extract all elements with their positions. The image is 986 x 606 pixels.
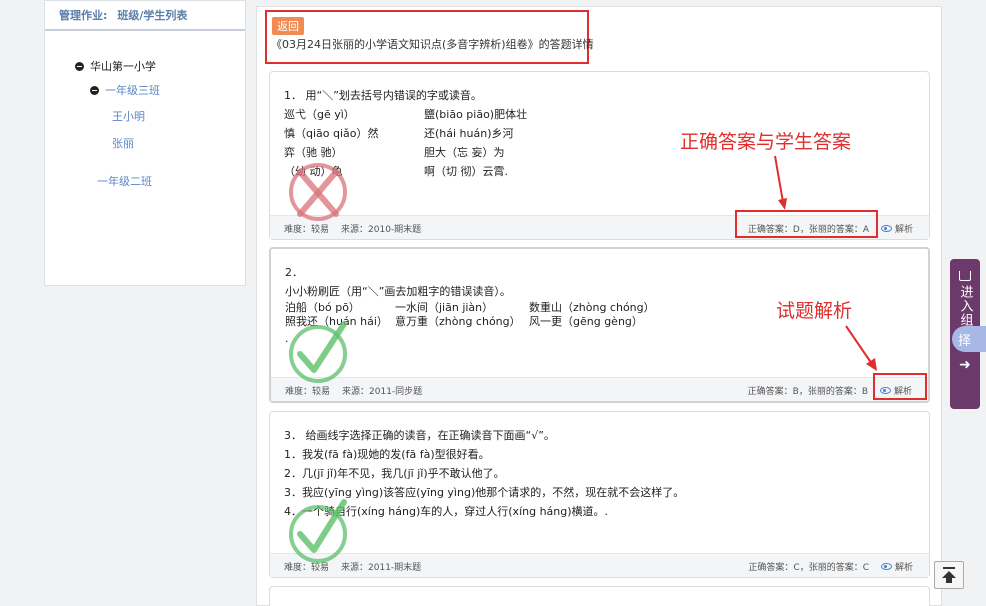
option-text: 风一更（gēng gèng）: [529, 315, 643, 328]
tree-label-class-a: 一年级三班: [105, 84, 160, 97]
analysis-button[interactable]: 解析: [880, 222, 913, 235]
annotation-arrow-icon: [774, 155, 787, 210]
panel-header: 管理作业: 班级/学生列表: [45, 1, 245, 31]
answer-annotation-label: 正确答案与学生答案: [680, 131, 852, 153]
analysis-label: 解析: [894, 225, 913, 235]
question-line: （幼 动）龟 啊（切 彻）云霄.: [284, 162, 915, 181]
collapse-icon[interactable]: [75, 61, 84, 71]
wrong-mark-icon: [289, 163, 347, 221]
side-bubble[interactable]: 择: [952, 326, 986, 352]
tree-node-student-2[interactable]: 张丽: [112, 135, 134, 151]
question-line: 3．我应(yīng yìng)该答应(yīng yìng)他那个请求的，不然，现…: [284, 486, 685, 499]
right-mark-icon: [289, 499, 347, 563]
question-stem: 3． 给画线字选择正确的读音，在正确读音下面画“√”。: [284, 429, 555, 442]
option-text: 还(hái huán)乡河: [424, 127, 514, 140]
question-card-3: 3． 给画线字选择正确的读音，在正确读音下面画“√”。 1．我发(fā fà)现…: [269, 411, 930, 578]
question-line: .: [285, 332, 289, 345]
class-student-list-link[interactable]: 班级/学生列表: [117, 9, 187, 22]
question-line: 2．几(jī jǐ)年不见，我几(jī jǐ)乎不敢认他了。: [284, 467, 505, 480]
question-stem: 2．: [285, 266, 303, 279]
option-text: 巡弋（gē yì）: [284, 108, 355, 121]
source-label: 来源：2011-同步题: [342, 387, 423, 397]
source-label: 来源：2011-期末题: [341, 563, 422, 573]
option-text: 数重山（zhòng chóng）: [529, 301, 655, 314]
question-card-2: 2． 小小粉刷匠（用“＼”画去加粗字的错误读音）。 泊船（bó pō） 一水间（…: [269, 247, 930, 403]
eye-icon: [880, 563, 892, 570]
arrow-right-icon: ➜: [959, 357, 971, 373]
question-card-4: [269, 586, 930, 606]
analysis-button[interactable]: 解析: [880, 560, 913, 573]
option-text: 泊船（bó pō）: [285, 301, 360, 314]
class-student-panel: 管理作业: 班级/学生列表 华山第一小学 一年级三班 王小明 张丽 一年级二班: [44, 0, 246, 286]
question-line: 4．一个骑自行(xíng háng)车的人，穿过人行(xíng háng)横道。…: [284, 505, 609, 518]
difficulty-label: 难度：较易: [285, 387, 331, 397]
question-line: 巡弋（gē yì） 鹽(biāo piāo)肥体壮: [284, 105, 915, 124]
tree-label-school: 华山第一小学: [90, 60, 156, 73]
answer-highlight-box: [735, 210, 878, 238]
manage-homework-label: 管理作业:: [59, 9, 108, 22]
annotation-arrow-icon: [845, 325, 877, 371]
paper-title: 《03月24日张丽的小学语文知识点(多音字辨析)组卷》的答题详情: [271, 38, 594, 51]
option-text: 鹽(biāo piāo)肥体壮: [424, 108, 528, 121]
option-text: 意万重（zhòng chóng）: [395, 315, 521, 328]
tree-node-class-a[interactable]: 一年级三班: [90, 82, 160, 98]
tree-label-student-1: 王小明: [112, 110, 145, 123]
back-button[interactable]: 返回: [272, 17, 304, 35]
analysis-annotation-label: 试题解析: [776, 300, 853, 322]
question-footer: 难度：较易 来源：2011-同步题 正确答案：B，张丽的答案：B 解析: [271, 377, 928, 401]
analysis-highlight-box: [873, 373, 927, 400]
tree-node-school[interactable]: 华山第一小学: [75, 58, 156, 74]
eye-icon: [880, 225, 892, 232]
answer-label: 正确答案：C，张丽的答案：C: [748, 563, 869, 573]
cart-icon: [959, 271, 971, 281]
difficulty-label: 难度：较易: [284, 563, 330, 573]
tree-label-student-2: 张丽: [112, 137, 134, 150]
enter-paper-label: 进入组: [957, 285, 973, 327]
question-stem: 1． 用“＼”划去括号内错误的字或读音。: [284, 89, 482, 102]
option-text: 慎（qiāo qiǎo）然: [284, 127, 379, 140]
option-text: 一水间（jiān jiàn）: [395, 301, 494, 314]
arrow-up-icon: [942, 567, 956, 583]
back-to-top-button[interactable]: [934, 561, 964, 589]
tree-label-class-b: 一年级二班: [97, 175, 152, 188]
answer-label: 正确答案：B，张丽的答案：B: [747, 387, 868, 397]
question-line: 1．我发(fā fà)现她的发(fā fà)型很好看。: [284, 448, 490, 461]
question-body: 3． 给画线字选择正确的读音，在正确读音下面画“√”。 1．我发(fā fà)现…: [284, 426, 915, 521]
difficulty-label: 难度：较易: [284, 225, 330, 235]
tree-node-student-1[interactable]: 王小明: [112, 108, 145, 124]
option-text: 胆大（忘 妄）为: [424, 146, 505, 159]
right-mark-icon: [289, 321, 347, 383]
source-label: 来源：2010-期末题: [341, 225, 422, 235]
collapse-icon[interactable]: [90, 85, 99, 95]
question-footer: 难度：较易 来源：2011-期末题 正确答案：C，张丽的答案：C 解析: [270, 553, 929, 577]
tree-node-class-b[interactable]: 一年级二班: [97, 173, 152, 189]
analysis-label: 解析: [894, 563, 913, 573]
option-text: 啊（切 彻）云霄.: [424, 165, 508, 178]
